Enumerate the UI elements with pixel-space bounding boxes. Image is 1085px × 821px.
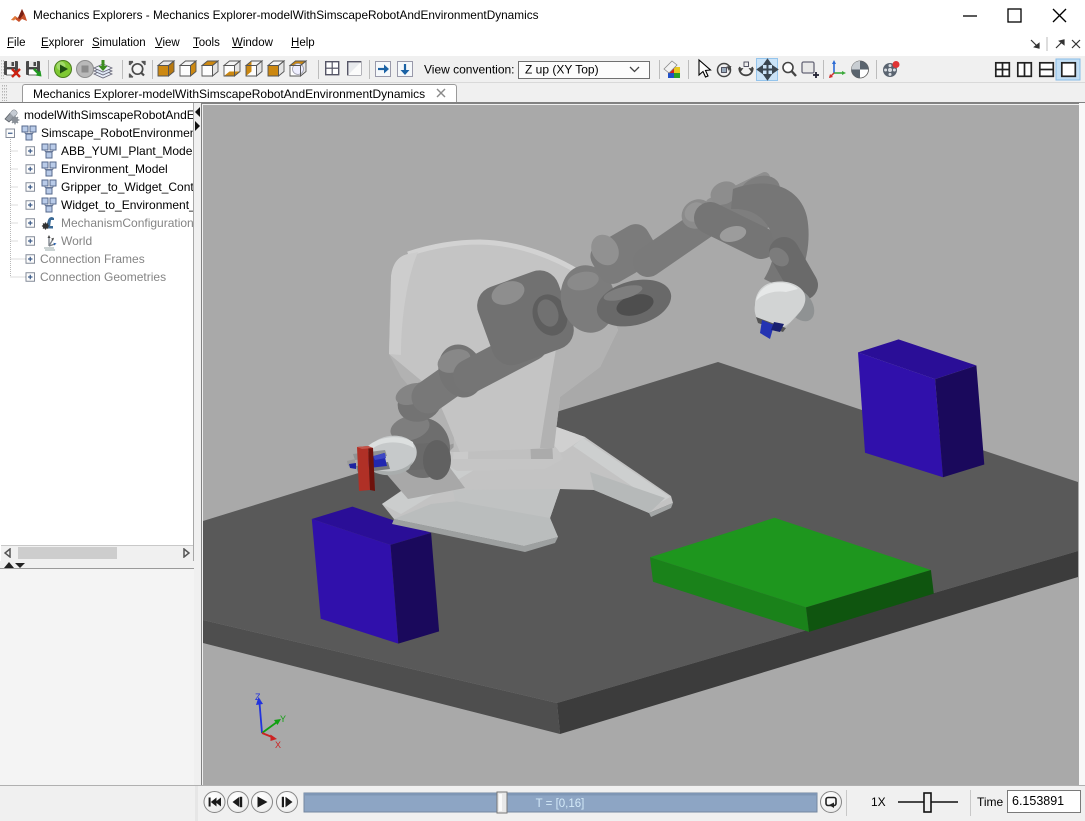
svg-text:T = [0,16]: T = [0,16] xyxy=(536,798,585,810)
svg-text:View convention:: View convention: xyxy=(424,63,515,77)
svg-text:Z: Z xyxy=(255,692,261,702)
svg-text:X: X xyxy=(275,740,281,750)
svg-text:Z up (XY Top): Z up (XY Top) xyxy=(525,63,599,77)
svg-text:Y: Y xyxy=(280,714,286,724)
